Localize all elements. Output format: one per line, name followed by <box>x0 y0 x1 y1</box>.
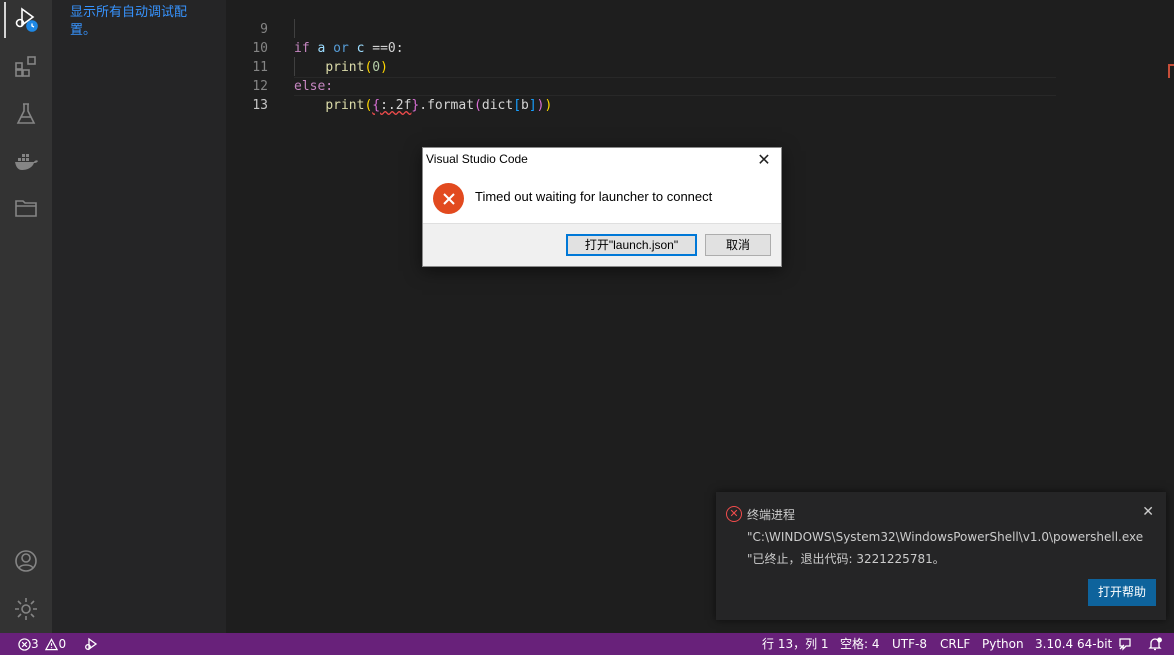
error-dialog: Visual Studio Code ✕ Timed out waiting f… <box>422 147 782 267</box>
extensions-icon[interactable] <box>12 52 40 80</box>
testing-flask-icon[interactable] <box>12 100 40 128</box>
feedback-icon[interactable] <box>1118 633 1132 655</box>
problems-indicator[interactable]: 3 0 <box>18 633 66 655</box>
code-text: print({:.2f}.format(dict[b])) <box>325 98 553 113</box>
open-help-button[interactable]: 打开帮助 <box>1088 579 1156 606</box>
error-icon <box>18 638 31 651</box>
code-line: 9 if a or c ==0: <box>226 1 1056 56</box>
indentation[interactable]: 空格: 4 <box>840 633 880 655</box>
manage-gear-icon[interactable] <box>12 595 40 623</box>
status-bar: 3 0 行 13，列 1 空格: 4 UTF-8 CRLF Python 3.1… <box>0 633 1174 655</box>
dialog-footer: 打开"launch.json" 取消 <box>423 223 781 266</box>
notification-exit-code: "已终止，退出代码: 3221225781。 <box>747 552 945 566</box>
code-line-active: 13 <box>226 77 1056 113</box>
active-view-indicator <box>4 2 6 38</box>
code-line: 12 print({:.2f}.format(dict[b])) <box>226 58 1056 113</box>
notification-path: "C:\WINDOWS\System32\WindowsPowerShell\v… <box>747 530 1144 544</box>
cursor-position[interactable]: 行 13，列 1 <box>762 633 829 655</box>
close-icon[interactable]: ✕ <box>1142 504 1154 520</box>
end-of-line[interactable]: CRLF <box>940 633 970 655</box>
run-debug-status-icon[interactable] <box>84 633 98 655</box>
python-interpreter[interactable]: 3.10.4 64-bit <box>1035 633 1112 655</box>
encoding[interactable]: UTF-8 <box>892 633 927 655</box>
open-launch-json-button[interactable]: 打开"launch.json" <box>566 234 697 256</box>
notifications-bell-icon[interactable] <box>1148 633 1162 655</box>
error-icon <box>433 183 464 214</box>
line-number: 13 <box>252 98 268 113</box>
error-notification: ✕ 终端进程 "C:\WINDOWS\System32\WindowsPower… <box>716 492 1166 620</box>
notification-title: 终端进程 <box>747 508 796 522</box>
dialog-message: Timed out waiting for launcher to connec… <box>475 189 713 204</box>
error-circle-icon: ✕ <box>726 506 742 522</box>
language-mode[interactable]: Python <box>982 633 1024 655</box>
activity-bar <box>0 0 52 633</box>
warning-icon <box>45 638 59 651</box>
run-and-debug-icon[interactable] <box>12 5 40 33</box>
docker-whale-icon[interactable] <box>12 147 40 175</box>
account-icon[interactable] <box>12 547 40 575</box>
close-icon[interactable]: ✕ <box>753 150 775 170</box>
code-line: 11 else: <box>226 39 1056 94</box>
show-all-debug-configs-link[interactable]: 显示所有自动调试配置。 <box>70 4 210 40</box>
warning-count: 0 <box>58 637 67 651</box>
sidebar-panel: 显示所有自动调试配置。 <box>52 0 226 633</box>
cancel-button[interactable]: 取消 <box>705 234 771 256</box>
overview-ruler-marker <box>1168 64 1174 78</box>
code-line: 10 print(0) <box>226 20 1056 75</box>
dialog-title: Visual Studio Code <box>426 152 528 166</box>
error-count: 3 <box>31 637 39 651</box>
notification-message: 终端进程 "C:\WINDOWS\System32\WindowsPowerSh… <box>747 504 1144 570</box>
remote-explorer-folder-icon[interactable] <box>12 194 40 222</box>
